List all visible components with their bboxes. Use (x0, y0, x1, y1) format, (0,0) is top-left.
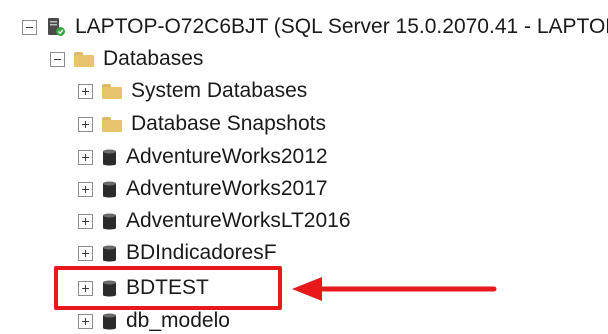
tree-item-label: BDIndicadoresF (126, 241, 277, 264)
tree-item-bdindicadoresf[interactable]: BDIndicadoresF (78, 238, 277, 268)
tree-item-label: AdventureWorks2012 (126, 145, 328, 168)
expand-toggle-icon[interactable] (78, 313, 93, 329)
server-node[interactable]: LAPTOP-O72C6BJT (SQL Server 15.0.2070.41… (22, 12, 608, 42)
databases-folder-label: Databases (103, 47, 204, 70)
red-arrow-icon (292, 277, 497, 301)
tree-item-label: AdventureWorksLT2016 (126, 209, 351, 232)
collapse-toggle-icon[interactable] (22, 19, 37, 35)
expand-toggle-icon[interactable] (78, 213, 93, 229)
databases-folder-node[interactable]: Databases (50, 44, 203, 74)
highlight-box (54, 266, 282, 310)
tree-item-label: db_modelo (126, 309, 230, 332)
tree-item-adventureworks2012[interactable]: AdventureWorks2012 (78, 142, 328, 172)
folder-icon (102, 84, 122, 99)
database-icon (103, 213, 116, 229)
database-icon (103, 181, 116, 197)
tree-item-db-modelo[interactable]: db_modelo (78, 306, 230, 334)
expand-toggle-icon[interactable] (78, 83, 93, 99)
tree-item-system-databases[interactable]: System Databases (78, 76, 307, 106)
tree-item-label: Database Snapshots (131, 112, 326, 135)
tree-item-adventureworkslt2016[interactable]: AdventureWorksLT2016 (78, 206, 351, 236)
folder-icon (74, 52, 94, 67)
collapse-toggle-icon[interactable] (50, 51, 65, 67)
tree-item-label: AdventureWorks2017 (126, 177, 328, 200)
object-explorer-tree: LAPTOP-O72C6BJT (SQL Server 15.0.2070.41… (0, 0, 608, 334)
expand-toggle-icon[interactable] (78, 181, 93, 197)
database-icon (103, 313, 116, 329)
server-icon (48, 18, 65, 36)
database-icon (103, 245, 116, 261)
expand-toggle-icon[interactable] (78, 245, 93, 261)
tree-item-database-snapshots[interactable]: Database Snapshots (78, 109, 326, 139)
expand-toggle-icon[interactable] (78, 149, 93, 165)
server-label: LAPTOP-O72C6BJT (SQL Server 15.0.2070.41… (75, 15, 608, 38)
tree-item-adventureworks2017[interactable]: AdventureWorks2017 (78, 174, 328, 204)
folder-icon (102, 117, 122, 132)
expand-toggle-icon[interactable] (78, 116, 93, 132)
database-icon (103, 149, 116, 165)
tree-item-label: System Databases (131, 79, 308, 102)
